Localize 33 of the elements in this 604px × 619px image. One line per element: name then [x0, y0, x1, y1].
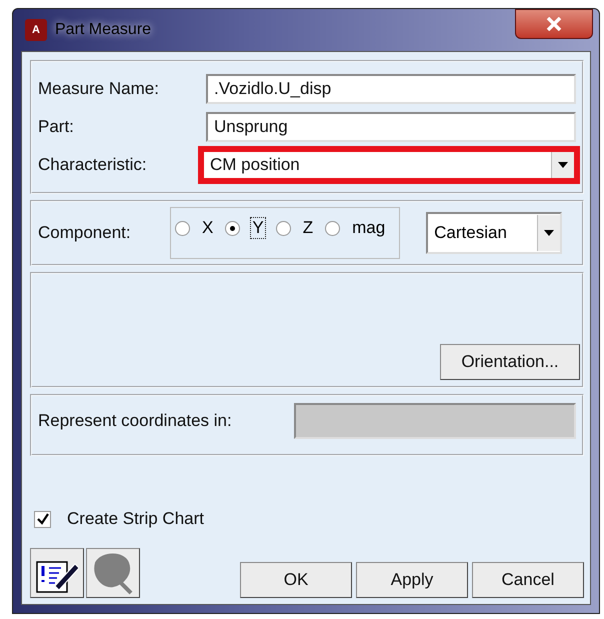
app-icon: A [25, 19, 47, 41]
close-button[interactable] [515, 9, 593, 39]
checkbox[interactable] [34, 510, 51, 528]
radio-label: X [201, 217, 214, 239]
radio-label: mag [351, 217, 386, 239]
dialog-button[interactable]: Apply [356, 562, 468, 598]
radio-button[interactable] [276, 220, 291, 236]
orientation-button[interactable]: Orientation... [440, 344, 580, 380]
blob-magnifier-icon [91, 551, 135, 595]
text-field[interactable]: Unsprung [206, 112, 576, 142]
radio-button[interactable] [325, 220, 340, 236]
represent-label: Represent coordinates in: [38, 411, 233, 431]
dropdown-arrow-icon [558, 162, 568, 168]
dropdown-field[interactable]: CM position [198, 146, 580, 184]
dropdown-arrow-icon [544, 230, 554, 236]
field-label: Measure Name: [38, 79, 160, 99]
edit-button[interactable] [30, 548, 84, 598]
radio-button[interactable] [225, 220, 240, 236]
text-field[interactable]: .Vozidlo.U_disp [206, 74, 576, 104]
checkbox-label: Create Strip Chart [67, 509, 204, 529]
zoom-button[interactable] [86, 548, 140, 598]
field-label: Part: [38, 117, 75, 137]
radio-dot-icon [230, 226, 236, 230]
window-title: Part Measure [55, 21, 152, 39]
dialog-button[interactable]: OK [240, 562, 352, 598]
dialog-button[interactable]: Cancel [472, 562, 584, 598]
radio-label: Z [302, 217, 314, 239]
radio-label: Y [250, 217, 266, 239]
radio-button[interactable] [175, 220, 190, 236]
close-icon [546, 17, 562, 31]
coordinate-system-dropdown[interactable]: Cartesian [426, 212, 562, 254]
field-label: Characteristic: [38, 155, 148, 175]
component-label: Component: [38, 223, 132, 243]
